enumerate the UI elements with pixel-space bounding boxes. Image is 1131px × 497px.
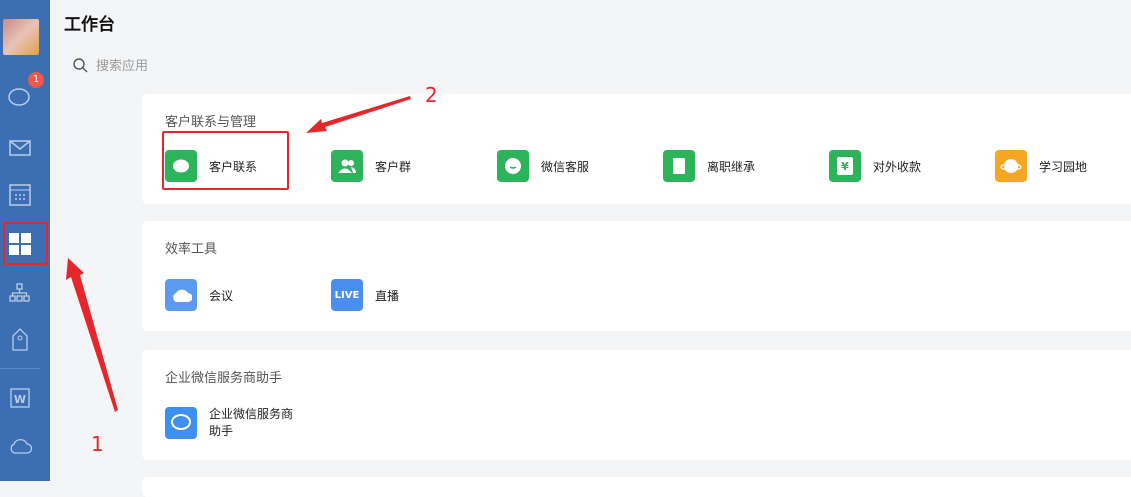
annotation-label-1: 1 bbox=[91, 432, 104, 456]
annotation-arrows bbox=[66, 96, 411, 412]
arrow-1 bbox=[66, 258, 118, 412]
arrow-2 bbox=[306, 96, 411, 133]
annotation-label-2: 2 bbox=[425, 83, 438, 107]
